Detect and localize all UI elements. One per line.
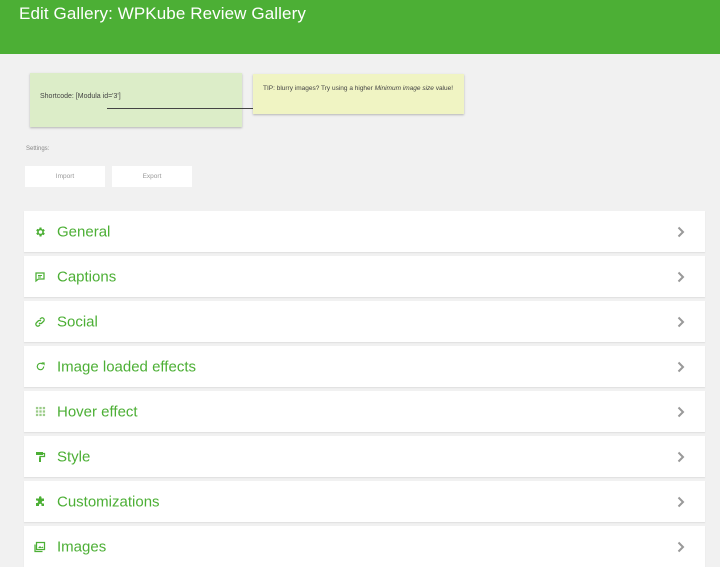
chevron-right-icon xyxy=(677,316,685,327)
refresh-icon xyxy=(33,360,47,374)
section-images[interactable]: Images xyxy=(24,526,705,567)
section-label: Style xyxy=(57,448,91,465)
section-image-loaded-effects[interactable]: Image loaded effects xyxy=(24,346,705,387)
section-social[interactable]: Social xyxy=(24,301,705,342)
gear-icon xyxy=(33,225,47,239)
chevron-right-icon xyxy=(677,541,685,552)
section-label: General xyxy=(57,223,111,240)
shortcode-underline xyxy=(107,108,258,109)
import-button[interactable]: Import xyxy=(25,166,105,187)
chevron-right-icon xyxy=(677,226,685,237)
section-label: Social xyxy=(57,313,98,330)
section-style[interactable]: Style xyxy=(24,436,705,477)
comment-icon xyxy=(33,270,47,284)
section-customizations[interactable]: Customizations xyxy=(24,481,705,522)
section-label: Captions xyxy=(57,268,117,285)
page-title: Edit Gallery: WPKube Review Gallery xyxy=(19,4,306,23)
tip-suffix: value! xyxy=(433,85,454,92)
shortcode-note: Shortcode: [Modula id='3'] xyxy=(30,73,258,127)
page-header: Edit Gallery: WPKube Review Gallery xyxy=(0,0,720,54)
puzzle-icon xyxy=(33,495,47,509)
chevron-right-icon xyxy=(677,361,685,372)
section-captions[interactable]: Captions xyxy=(24,256,705,297)
tip-text: TIP: blurry images? Try using a higher M… xyxy=(263,85,458,93)
link-icon xyxy=(33,315,47,329)
chevron-right-icon xyxy=(677,496,685,507)
section-label: Customizations xyxy=(57,493,160,510)
image-icon xyxy=(33,540,47,554)
settings-label: Settings: xyxy=(26,146,50,152)
export-button[interactable]: Export xyxy=(112,166,192,187)
chevron-right-icon xyxy=(677,271,685,282)
grid-icon xyxy=(33,405,47,419)
section-general[interactable]: General xyxy=(24,211,705,252)
chevron-right-icon xyxy=(677,406,685,417)
section-hover-effect[interactable]: Hover effect xyxy=(24,391,705,432)
shortcode-text[interactable]: Shortcode: [Modula id='3'] xyxy=(40,93,121,100)
tip-prefix: TIP: blurry images? Try using a higher xyxy=(263,85,375,92)
section-label: Image loaded effects xyxy=(57,358,196,375)
section-label: Images xyxy=(57,538,107,555)
chevron-right-icon xyxy=(677,451,685,462)
section-label: Hover effect xyxy=(57,403,138,420)
tip-emphasis: Minimum image size xyxy=(374,85,434,92)
tip-note: TIP: blurry images? Try using a higher M… xyxy=(253,74,464,114)
paint-roller-icon xyxy=(33,450,47,464)
